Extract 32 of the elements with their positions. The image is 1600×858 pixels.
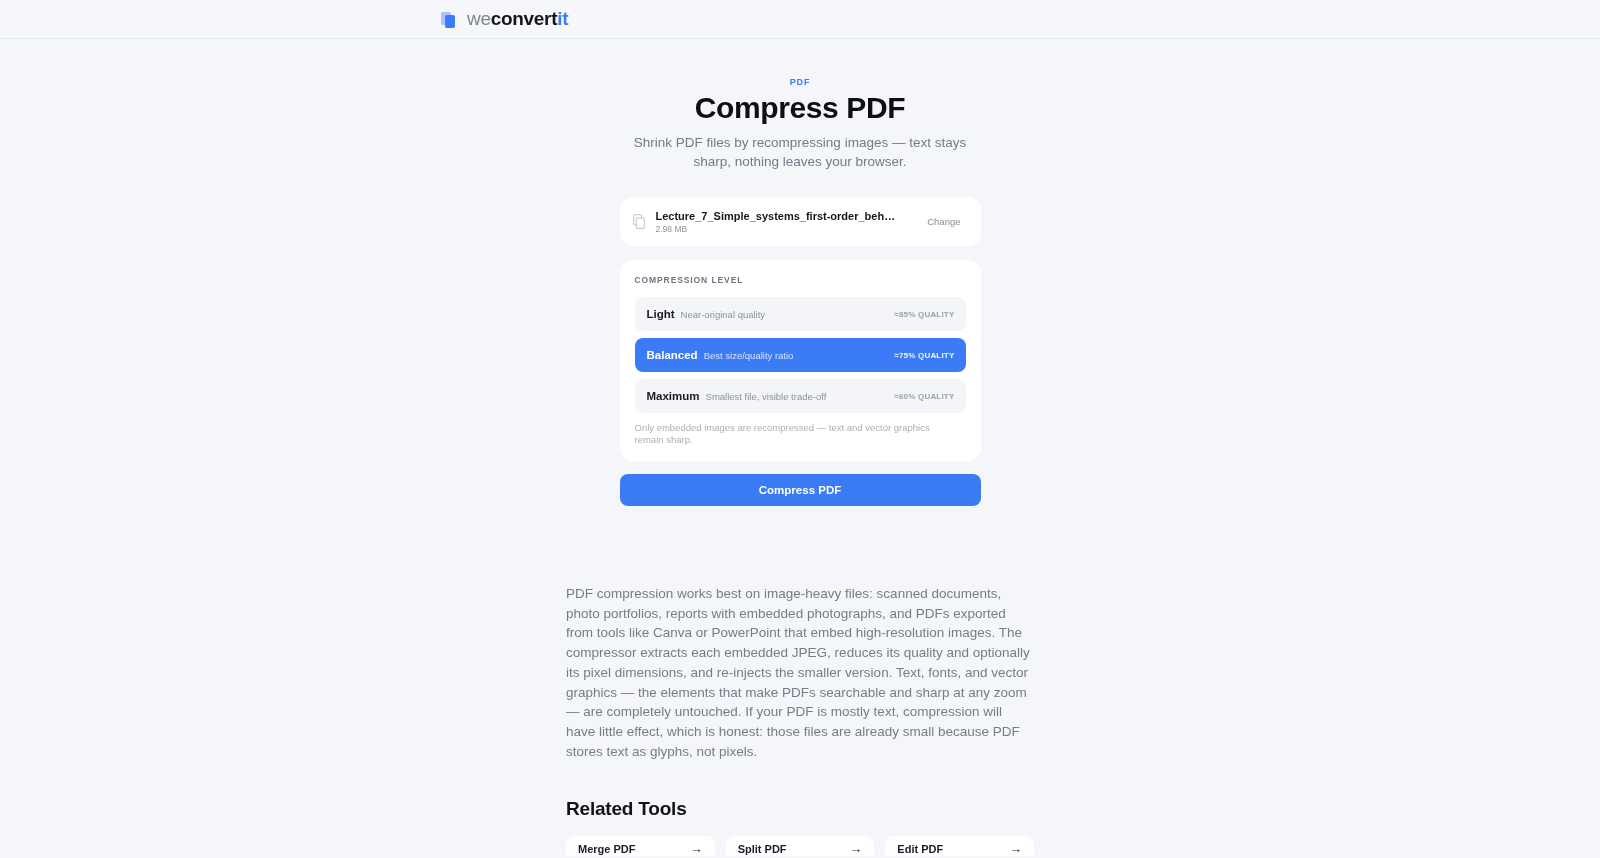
tool-link[interactable]: Edit PDF →	[885, 836, 1034, 857]
compression-option[interactable]: Maximum Smallest file, visible trade-off ≈60% QUALITY	[634, 379, 966, 413]
compress-button[interactable]: Compress PDF	[619, 474, 981, 506]
logo-text[interactable]: weconvertit	[467, 8, 569, 30]
help-text: Only embedded images are recompressed — text and vector graphics remain sharp.	[634, 422, 931, 446]
compression-option[interactable]: Balanced Best size/quality ratio ≈75% QUALITY	[634, 338, 966, 372]
description-text: PDF compression works best on image-heavy files: scanned documents, photo portfolios, reports with embedded photographs, and PDFs exported from tools like Canva or PowerPoint that embed high-resolution images. The compressor extracts each embedded JPEG, reduces its quality and optionally its pixel dimensions, and re-injects the smaller version. Text, fonts, and vector graphics — the elements that make PDFs searchable and sharp at any zoom — are completely untouched. If your PDF is mostly text, compression will have little effect, which is honest: those files are already small because PDF stores text as glyphs, not pixels.	[566, 585, 1031, 761]
section-heading: Related Tools	[566, 797, 688, 822]
pages-icon	[441, 11, 455, 28]
file-name: Lecture_7_Simple_systems_first-order_beh…	[655, 208, 897, 223]
change-button[interactable]: Change	[927, 214, 961, 229]
section-label: COMPRESSION LEVEL	[634, 274, 745, 286]
category-label: PDF	[789, 76, 811, 88]
option-description: Near-original quality	[680, 308, 767, 320]
tool-link[interactable]: Merge PDF →	[566, 836, 715, 857]
page-title: Compress PDF	[694, 90, 906, 126]
page-subtitle: Shrink PDF files by recompressing images — text stays sharp, nothing leaves your browser.	[632, 134, 968, 171]
option-name: Maximum	[646, 390, 700, 402]
option-name: Light	[646, 308, 675, 320]
option-description: Smallest file, visible trade-off	[705, 390, 828, 402]
files-icon	[632, 214, 645, 229]
option-quality: ≈75% QUALITY	[894, 350, 955, 360]
arrow-icon: →	[689, 842, 703, 857]
compression-option[interactable]: Light Near-original quality ≈85% QUALITY	[634, 297, 966, 331]
option-quality: ≈60% QUALITY	[894, 391, 955, 401]
option-name: Balanced	[646, 349, 698, 361]
option-description: Best size/quality ratio	[703, 349, 795, 361]
tool-link[interactable]: Split PDF →	[725, 836, 875, 857]
option-quality: ≈85% QUALITY	[894, 309, 955, 319]
arrow-icon: →	[849, 842, 863, 857]
file-size: 2.98 MB	[655, 223, 689, 235]
arrow-icon: →	[1009, 842, 1022, 857]
